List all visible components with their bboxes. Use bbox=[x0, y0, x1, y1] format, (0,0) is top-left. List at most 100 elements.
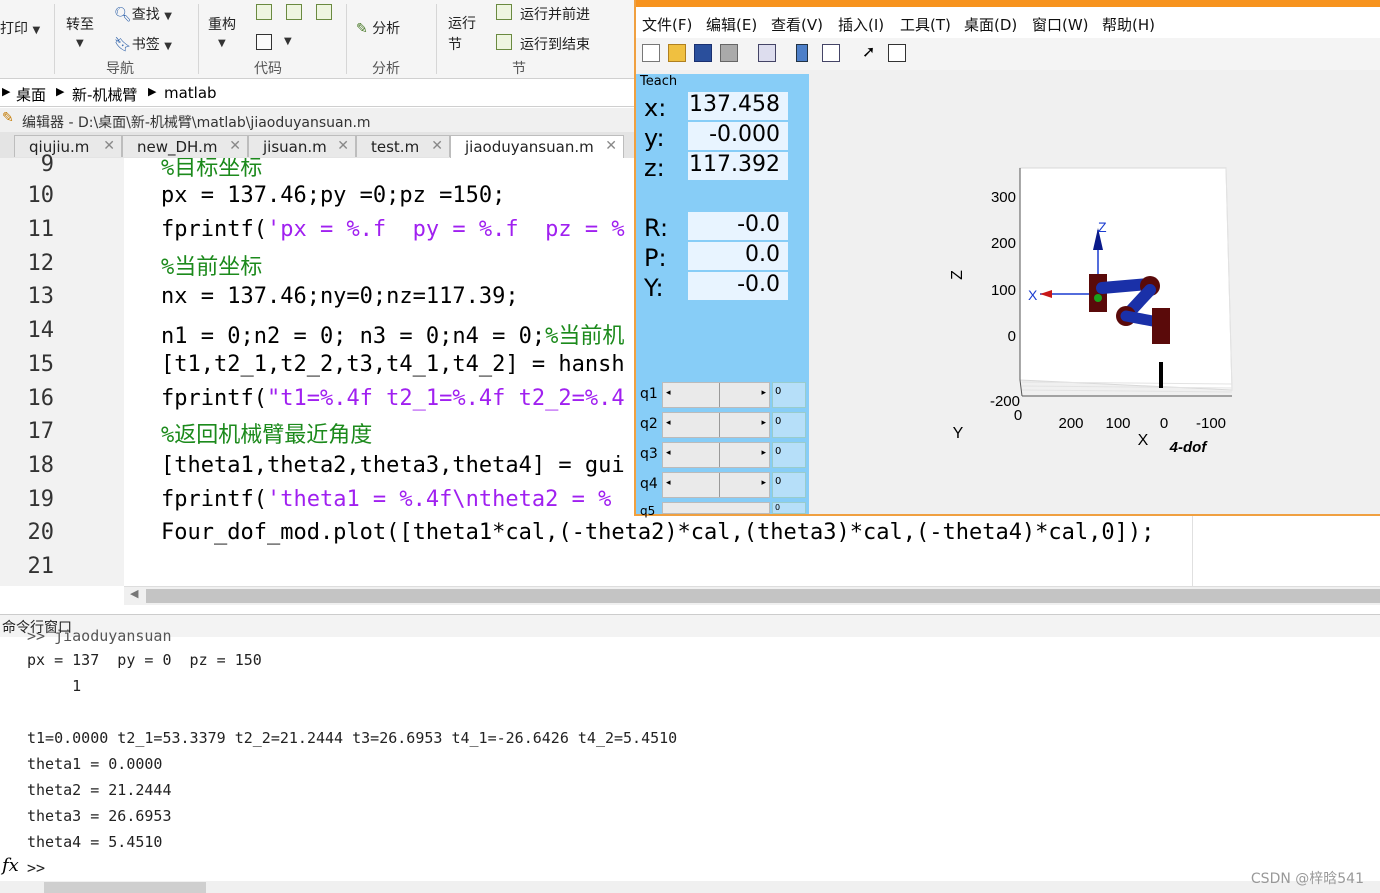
menu-insert[interactable]: 插入(I) bbox=[838, 14, 884, 35]
joint-label: q5 bbox=[640, 504, 656, 518]
joint-value-q2[interactable]: 0 bbox=[772, 412, 806, 438]
command-prompt[interactable]: >> bbox=[27, 859, 45, 877]
analyze-button[interactable]: ✎ 分析 bbox=[356, 18, 400, 38]
run-advance-button[interactable]: 运行并前进 bbox=[520, 4, 590, 24]
menu-window[interactable]: 窗口(W) bbox=[1032, 14, 1089, 35]
legend-icon[interactable] bbox=[822, 44, 840, 62]
search-icon: 🔍︎ bbox=[114, 7, 132, 23]
tab-jisuan[interactable]: jisuan.m ✕ bbox=[248, 135, 356, 157]
tab-qiujiu[interactable]: qiujiu.m ✕ bbox=[14, 135, 122, 157]
z-label: z: bbox=[644, 154, 665, 182]
code-line[interactable]: %返回机械臂最近角度 bbox=[161, 417, 372, 449]
menu-view[interactable]: 查看(V) bbox=[771, 14, 823, 35]
code-line[interactable]: [t1,t2_1,t2_2,t3,t4_1,t4_2] = hansh bbox=[161, 352, 625, 377]
joint-value-q1[interactable]: 0 bbox=[772, 382, 806, 408]
joint-value-q4[interactable]: 0 bbox=[772, 472, 806, 498]
breadcrumb-item-desktop[interactable]: 桌面 bbox=[16, 84, 46, 105]
new-file-icon[interactable] bbox=[642, 44, 660, 62]
fx-insert-icon[interactable] bbox=[256, 34, 272, 50]
teach-title: Teach bbox=[640, 74, 678, 89]
menu-edit[interactable]: 编辑(E) bbox=[706, 14, 757, 35]
editor-tabbar: qiujiu.m ✕ new_DH.m ✕ jisuan.m ✕ test.m ✕ ji… bbox=[0, 132, 634, 159]
command-horizontal-scrollbar[interactable] bbox=[0, 881, 1380, 893]
z-tick-label: 100 bbox=[991, 282, 1016, 299]
print-icon[interactable] bbox=[720, 44, 738, 62]
outdent-icon[interactable] bbox=[316, 4, 332, 20]
run-section-button[interactable]: 运行节 bbox=[448, 14, 482, 56]
run-to-end-button[interactable]: 运行到结束 bbox=[520, 34, 590, 54]
joint-label: q2 bbox=[640, 416, 658, 432]
joint-value-q5[interactable]: 0 bbox=[772, 502, 806, 514]
goto-dropdown-icon[interactable]: ▼ bbox=[76, 38, 84, 49]
property-editor-icon[interactable] bbox=[888, 44, 906, 62]
indent-icon[interactable] bbox=[286, 4, 302, 20]
code-line[interactable]: fprintf('px = %.f py = %.f pz = % bbox=[161, 217, 625, 242]
y-tick-label: -100 bbox=[1196, 415, 1226, 432]
menu-help[interactable]: 帮助(H) bbox=[1102, 14, 1155, 35]
close-icon[interactable]: ✕ bbox=[103, 138, 115, 154]
code-line[interactable]: fprintf("t1=%.4f t2_1=%.4f t2_2=%.4 bbox=[161, 386, 625, 411]
menu-desktop[interactable]: 桌面(D) bbox=[964, 14, 1017, 35]
command-output-line: t1=0.0000 t2_1=53.3379 t2_2=21.2444 t3=2… bbox=[27, 729, 678, 747]
breadcrumb-arrow-icon: ▶ bbox=[148, 85, 157, 98]
close-icon[interactable]: ✕ bbox=[605, 138, 617, 154]
z-value: 117.392 bbox=[688, 152, 788, 180]
joint-slider-q2[interactable]: ◂ ▸ bbox=[662, 412, 770, 438]
tab-jiaoduyansuan[interactable]: jiaoduyansuan.m ✕ bbox=[450, 135, 624, 159]
command-scroll-thumb[interactable] bbox=[44, 882, 206, 893]
breadcrumb-item-robot-arm[interactable]: 新-机械臂 bbox=[72, 84, 137, 105]
save-icon[interactable] bbox=[694, 44, 712, 62]
print-button[interactable]: 打印 ▼ bbox=[0, 18, 40, 38]
scroll-left-icon[interactable]: ◀ bbox=[130, 587, 138, 600]
breadcrumb-item-matlab[interactable]: matlab bbox=[164, 84, 217, 102]
z-tick-label: 200 bbox=[991, 235, 1016, 252]
robot-origin-marker bbox=[1094, 294, 1102, 302]
y-value: -0.000 bbox=[688, 122, 788, 150]
refactor-button[interactable]: 重构 bbox=[208, 14, 236, 34]
joint-slider-q4[interactable]: ◂ ▸ bbox=[662, 472, 770, 498]
menu-tools[interactable]: 工具(T) bbox=[900, 14, 951, 35]
bookmark-button[interactable]: 🔖︎书签 ▼ bbox=[114, 34, 172, 54]
code-line[interactable]: n1 = 0;n2 = 0; n3 = 0;n4 = 0;%当前机 bbox=[161, 318, 624, 350]
code-line[interactable]: Four_dof_mod.plot([theta1*cal,(-theta2)*… bbox=[161, 520, 1154, 545]
line-number: 13 bbox=[27, 284, 55, 309]
open-folder-icon[interactable] bbox=[668, 44, 686, 62]
goto-button[interactable]: 转至 bbox=[66, 14, 94, 34]
comment-icon[interactable] bbox=[256, 4, 272, 20]
code-line[interactable]: nx = 137.46;ny=0;nz=117.39; bbox=[161, 284, 519, 309]
line-number: 11 bbox=[27, 217, 55, 242]
refactor-dropdown-icon[interactable]: ▼ bbox=[218, 38, 226, 49]
tab-test[interactable]: test.m ✕ bbox=[356, 135, 450, 157]
close-icon[interactable]: ✕ bbox=[337, 138, 349, 154]
line-number: 17 bbox=[27, 419, 55, 444]
tab-new-dh[interactable]: new_DH.m ✕ bbox=[122, 135, 248, 157]
robot-shadow bbox=[1159, 362, 1163, 388]
command-output-line: theta1 = 0.0000 bbox=[27, 755, 163, 773]
code-line[interactable]: [theta1,theta2,theta3,theta4] = gui bbox=[161, 453, 625, 478]
pointer-icon[interactable]: ➚ bbox=[862, 42, 880, 61]
x-value: 137.458 bbox=[688, 92, 788, 120]
code-line[interactable]: fprintf('theta1 = %.4f\ntheta2 = % bbox=[161, 487, 611, 512]
close-icon[interactable]: ✕ bbox=[431, 138, 443, 154]
code-line[interactable]: px = 137.46;py =0;pz =150; bbox=[161, 183, 505, 208]
menu-file[interactable]: 文件(F) bbox=[642, 14, 692, 35]
joint-slider-q3[interactable]: ◂ ▸ bbox=[662, 442, 770, 468]
joint-slider-q5[interactable] bbox=[662, 502, 770, 514]
joint-slider-q1[interactable]: ◂ ▸ bbox=[662, 382, 770, 408]
close-icon[interactable]: ✕ bbox=[229, 138, 241, 154]
robot-plot[interactable]: 300 200 100 0 -200 0 200 100 0 -100 Z Y … bbox=[940, 150, 1250, 470]
joint-value-q3[interactable]: 0 bbox=[772, 442, 806, 468]
command-window[interactable]: >> jiaoduyansuan px = 137 py = 0 pz = 15… bbox=[0, 627, 1380, 883]
code-line[interactable]: %目标坐标 bbox=[161, 158, 262, 182]
colorbar-icon[interactable] bbox=[796, 44, 808, 62]
link-plot-icon[interactable] bbox=[758, 44, 776, 62]
fx-icon[interactable]: fx bbox=[2, 855, 19, 876]
fx-dropdown-icon[interactable]: ▼ bbox=[284, 36, 292, 47]
z-axis-label: Z bbox=[949, 270, 966, 280]
editor-scroll-thumb[interactable] bbox=[146, 589, 1380, 603]
x-label: x: bbox=[644, 94, 667, 122]
find-button[interactable]: 🔍︎查找 ▼ bbox=[114, 4, 172, 24]
code-line[interactable]: %当前坐标 bbox=[161, 249, 262, 281]
y-tick-label: 200 bbox=[1058, 415, 1083, 432]
line-number: 16 bbox=[27, 386, 55, 411]
